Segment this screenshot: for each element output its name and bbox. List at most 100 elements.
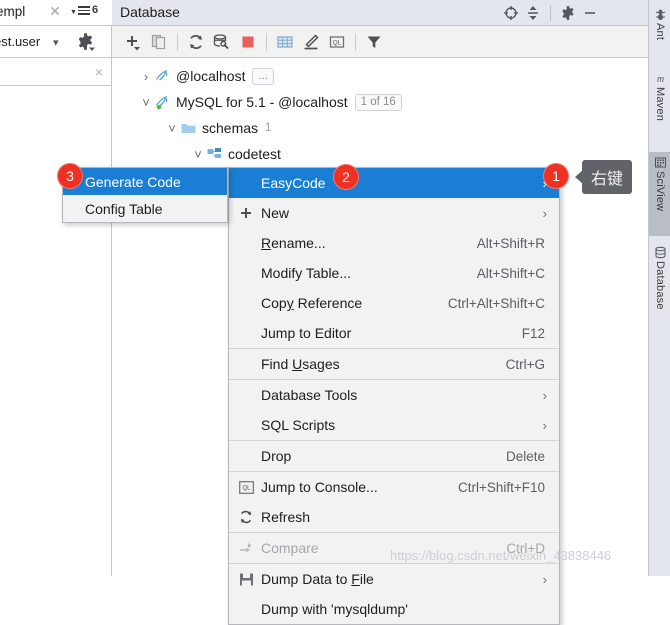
- tab-list-button[interactable]: ▼ 6: [70, 4, 98, 17]
- chevron-right-icon: ›: [542, 571, 547, 587]
- sidebar-item-ant[interactable]: Ant: [649, 4, 670, 62]
- tree-node-schemas[interactable]: ˅ schemas 1: [164, 116, 271, 140]
- menu-item-new[interactable]: New ›: [229, 198, 559, 228]
- console-icon: QL: [235, 478, 257, 496]
- chevron-right-icon[interactable]: ›: [138, 68, 154, 84]
- console-icon[interactable]: QL: [324, 29, 350, 55]
- menu-item-label: Drop: [261, 448, 292, 464]
- menu-item-refresh[interactable]: Refresh: [229, 502, 559, 532]
- sidebar-item-label: Maven: [654, 87, 666, 122]
- collapse-all-icon[interactable]: [522, 2, 544, 24]
- menu-icon-placeholder: [235, 600, 257, 618]
- tree-node-codetest[interactable]: ˅ codetest: [190, 142, 281, 166]
- right-tool-sidebar: Ant m Maven SciView Database: [648, 0, 670, 576]
- filter-icon[interactable]: [361, 29, 387, 55]
- menu-item-accelerator: Ctrl+Alt+Shift+C: [447, 295, 545, 311]
- sidebar-item-label: Ant: [654, 23, 666, 41]
- modify-icon[interactable]: [298, 29, 324, 55]
- easycode-submenu: Generate Code Config Table: [62, 167, 228, 223]
- menu-item-database-tools[interactable]: Database Tools ›: [229, 380, 559, 410]
- sidebar-item-database[interactable]: Database: [649, 242, 670, 334]
- sidebar-item-maven[interactable]: m Maven: [649, 68, 670, 146]
- step-badge-1: 1: [543, 163, 569, 189]
- tree-node-mysql[interactable]: ˅ MySQL for 5.1 - @localhost 1 of 16: [138, 90, 402, 114]
- menu-item-accelerator: F12: [521, 325, 545, 341]
- add-icon[interactable]: [120, 29, 146, 55]
- database-toolbar: QL: [112, 26, 648, 58]
- menu-item-rename[interactable]: Rename... Alt+Shift+R: [229, 228, 559, 258]
- database-icon: [653, 245, 667, 259]
- datasource-properties-icon[interactable]: [209, 29, 235, 55]
- datasource-selector[interactable]: est.user ▾: [0, 26, 112, 58]
- database-panel-header: Database: [112, 0, 530, 26]
- tree-node-localhost[interactable]: › @localhost ...: [138, 64, 275, 88]
- menu-item-find-usages[interactable]: Find Usages Ctrl+G: [229, 349, 559, 379]
- menu-item-label: Refresh: [261, 509, 311, 525]
- menu-item-accelerator: Ctrl+Shift+F10: [457, 479, 545, 495]
- sciview-icon: [653, 155, 667, 169]
- chevron-right-icon: ›: [542, 417, 547, 433]
- toolbar-divider: [355, 32, 356, 51]
- menu-item-label: EasyCode: [261, 175, 326, 191]
- sidebar-item-sciview[interactable]: SciView: [649, 152, 670, 236]
- toolbar-divider: [177, 32, 178, 51]
- refresh-icon[interactable]: [183, 29, 209, 55]
- list-lines-icon: [77, 4, 90, 17]
- folder-icon: [180, 120, 197, 137]
- svg-text:QL: QL: [242, 485, 251, 491]
- menu-icon-placeholder: [235, 386, 257, 404]
- toolbar-divider: [266, 32, 267, 51]
- tree-node-badge: ...: [252, 67, 275, 85]
- submenu-item-config-table[interactable]: Config Table: [63, 195, 227, 222]
- datasource-icon: [154, 68, 171, 85]
- menu-item-label: Modify Table...: [261, 265, 352, 281]
- submenu-item-generate-code[interactable]: Generate Code: [63, 168, 227, 195]
- panel-title: Database: [120, 4, 180, 20]
- search-input[interactable]: ×: [0, 58, 111, 86]
- menu-item-label: Compare: [261, 540, 319, 556]
- menu-item-accelerator: Alt+Shift+C: [476, 265, 545, 281]
- menu-item-label: New: [261, 205, 290, 221]
- minimize-icon[interactable]: [579, 2, 601, 24]
- menu-item-dump-with-mysqldump[interactable]: Dump with 'mysqldump': [229, 594, 559, 624]
- menu-item-label: Find Usages: [261, 356, 340, 372]
- chevron-down-icon[interactable]: ˅: [190, 146, 206, 162]
- menu-icon-placeholder: [235, 234, 257, 252]
- chevron-down-icon[interactable]: ˅: [164, 120, 180, 136]
- gear-icon[interactable]: [76, 32, 95, 54]
- menu-item-easycode[interactable]: EasyCode ›: [229, 168, 559, 198]
- gear-icon[interactable]: [557, 2, 579, 24]
- menu-item-accelerator: Ctrl+G: [505, 356, 545, 372]
- locate-icon[interactable]: [500, 2, 522, 24]
- editor-tab-label[interactable]: empl: [0, 4, 25, 19]
- datasource-selector-label: est.user: [0, 34, 41, 49]
- chevron-right-icon: ›: [542, 205, 547, 221]
- close-icon[interactable]: ✕: [48, 4, 62, 18]
- menu-item-label: Copy Reference: [261, 295, 363, 311]
- menu-item-label: Dump Data to File: [261, 571, 374, 587]
- duplicate-icon[interactable]: [146, 29, 172, 55]
- table-editor-icon[interactable]: [272, 29, 298, 55]
- chevron-down-icon[interactable]: ˅: [138, 94, 154, 110]
- menu-item-label: Rename...: [261, 235, 326, 251]
- right-click-tooltip: 右键: [575, 160, 633, 194]
- header-divider: [550, 4, 551, 21]
- menu-item-modify-table[interactable]: Modify Table... Alt+Shift+C: [229, 258, 559, 288]
- menu-item-dump-data-to-file[interactable]: Dump Data to File ›: [229, 564, 559, 594]
- chevron-down-icon: ▼: [70, 8, 77, 16]
- menu-icon-placeholder: [235, 324, 257, 342]
- menu-item-jump-to-editor[interactable]: Jump to Editor F12: [229, 318, 559, 348]
- menu-item-sql-scripts[interactable]: SQL Scripts ›: [229, 410, 559, 440]
- tree-node-label: MySQL for 5.1 - @localhost: [176, 94, 348, 110]
- stop-icon[interactable]: [235, 29, 261, 55]
- tree-node-count: 1: [265, 122, 272, 134]
- tree-node-label: codetest: [228, 146, 281, 162]
- tree-node-label: schemas: [202, 120, 259, 136]
- clear-icon[interactable]: ×: [95, 64, 103, 80]
- menu-icon-placeholder: [235, 416, 257, 434]
- menu-item-copy-reference[interactable]: Copy Reference Ctrl+Alt+Shift+C: [229, 288, 559, 318]
- svg-text:m: m: [656, 74, 663, 85]
- menu-item-drop[interactable]: Drop Delete: [229, 441, 559, 471]
- menu-item-label: Dump with 'mysqldump': [261, 601, 408, 617]
- menu-item-jump-to-console[interactable]: QL Jump to Console... Ctrl+Shift+F10: [229, 472, 559, 502]
